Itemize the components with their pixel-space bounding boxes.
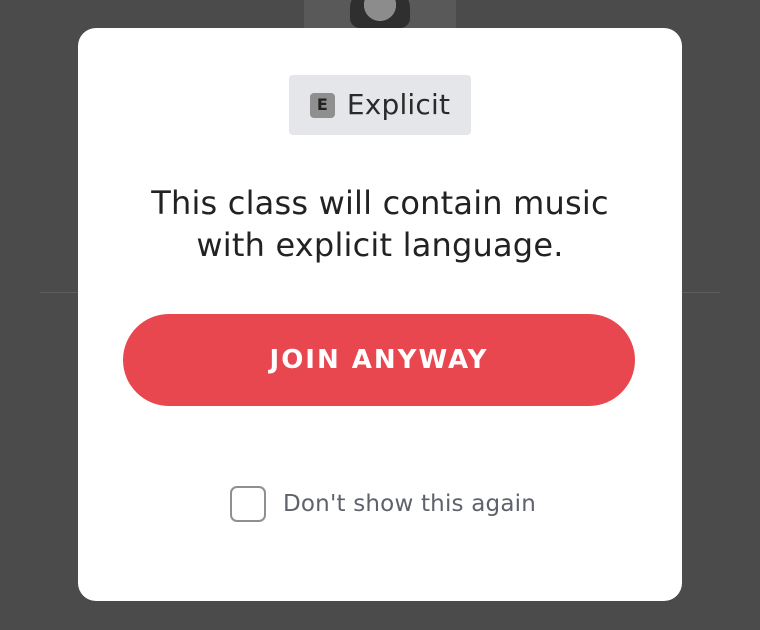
warning-message-line-1: This class will contain music xyxy=(151,184,609,222)
explicit-icon: E xyxy=(309,92,335,118)
explicit-label: Explicit xyxy=(346,88,451,121)
join-anyway-button[interactable]: JOIN ANYWAY xyxy=(123,314,635,406)
explicit-badge: E Explicit xyxy=(289,75,471,135)
warning-message-line-2: with explicit language. xyxy=(196,226,564,264)
explicit-warning-message: This class will contain music with expli… xyxy=(132,182,628,266)
avatar xyxy=(350,0,410,28)
dont-show-again-option[interactable]: Don't show this again xyxy=(230,484,536,524)
dont-show-again-label: Don't show this again xyxy=(283,490,536,517)
dont-show-again-checkbox[interactable] xyxy=(230,486,266,522)
explicit-content-modal: E Explicit This class will contain music… xyxy=(78,28,682,601)
